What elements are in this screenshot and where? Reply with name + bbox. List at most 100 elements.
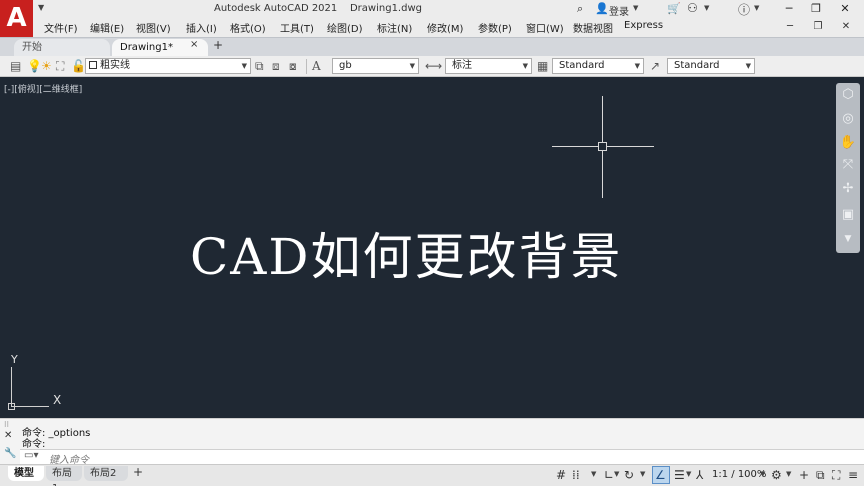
bulb-icon[interactable]: 💡 <box>27 58 42 74</box>
title-bar: A ▼ Autodesk AutoCAD 2021 Drawing1.dwg ⌕… <box>0 0 864 37</box>
previous-layer-icon[interactable]: ⧇ <box>289 58 297 74</box>
text-style-icon[interactable]: A <box>312 58 321 74</box>
chevron-down-icon[interactable]: ▼ <box>760 470 765 478</box>
make-current-layer-icon[interactable]: ⧉ <box>255 58 264 74</box>
customize-icon[interactable]: ≡ <box>848 467 858 483</box>
chevron-down-icon: ▼ <box>522 62 528 70</box>
showmotion-icon[interactable]: ▣ <box>838 205 858 225</box>
menu-express[interactable]: Express <box>624 20 663 31</box>
text-style-select[interactable]: gb ▼ <box>332 58 419 74</box>
ortho-icon[interactable]: ∟ <box>604 467 614 483</box>
login-dropdown-icon[interactable]: ▼ <box>633 4 638 12</box>
menu-dimension[interactable]: 标注(N) <box>377 20 412 35</box>
toolbar-divider <box>306 59 307 74</box>
osnap-icon[interactable]: ∠ <box>655 467 666 483</box>
plus-icon[interactable]: + <box>799 467 809 483</box>
share-icon[interactable]: ⚇ <box>687 1 698 15</box>
window-title: Autodesk AutoCAD 2021 Drawing1.dwg <box>214 3 422 14</box>
customize-icon[interactable]: 🔧 <box>4 448 16 459</box>
menu-format[interactable]: 格式(O) <box>230 20 266 35</box>
doc-minimize-icon[interactable]: ─ <box>780 19 800 35</box>
menu-tools[interactable]: 工具(T) <box>280 20 314 35</box>
gear-icon[interactable]: ⚙ <box>771 467 782 483</box>
dim-style-select[interactable]: 标注 ▼ <box>445 58 532 74</box>
layer-select[interactable]: 粗实线 ▼ <box>85 58 251 74</box>
pan-icon[interactable]: ✋ <box>838 133 858 153</box>
chevron-down-icon: ▼ <box>745 62 751 70</box>
tab-start[interactable]: 开始 <box>14 39 110 56</box>
search-icon[interactable]: ⌕ <box>577 2 583 16</box>
share-dropdown-icon[interactable]: ▼ <box>704 4 709 12</box>
isolate-objects-icon[interactable]: ⧉ <box>816 467 825 483</box>
new-tab-button[interactable]: + <box>213 38 223 52</box>
sun-icon[interactable]: ☀ <box>41 58 52 74</box>
doc-restore-icon[interactable]: ❐ <box>808 19 828 35</box>
close-icon[interactable]: ✕ <box>832 0 858 18</box>
user-icon[interactable]: 👤 <box>595 2 609 15</box>
mleader-style-select[interactable]: Standard ▼ <box>667 58 755 74</box>
help-icon[interactable]: ⓘ <box>738 1 750 18</box>
annotation-scale[interactable]: 1:1 / 100% <box>712 469 766 480</box>
chevron-down-icon[interactable]: ▼ <box>786 470 791 478</box>
snap-icon[interactable]: ⁞⁞ <box>572 467 580 483</box>
restore-icon[interactable]: ❐ <box>803 0 829 18</box>
zoom-icon[interactable]: ⤧ <box>838 155 858 175</box>
quick-access-dropdown-icon[interactable]: ▼ <box>38 3 44 12</box>
menu-view[interactable]: 视图(V) <box>136 20 171 35</box>
steering-wheel-icon[interactable]: ◎ <box>838 109 858 129</box>
layer-color-swatch <box>89 61 97 69</box>
document-tab-bar: 开始 Drawing1* × + <box>0 37 864 56</box>
close-icon[interactable]: ✕ <box>4 430 12 441</box>
cart-icon[interactable]: 🛒 <box>667 2 681 15</box>
menu-edit[interactable]: 编辑(E) <box>90 20 124 35</box>
grid-icon[interactable]: # <box>556 467 566 483</box>
menu-window[interactable]: 窗口(W) <box>526 20 564 35</box>
mleader-style-icon[interactable]: ↗ <box>650 58 660 74</box>
chevron-down-icon[interactable]: ▼ <box>614 470 619 478</box>
tab-layout1[interactable]: 布局1 <box>46 466 82 486</box>
clean-screen-icon[interactable]: ⛶ <box>832 467 840 483</box>
grip-icon[interactable]: ⁝⁝ <box>4 420 9 429</box>
command-input[interactable]: ▭▾ 键入命令 <box>20 449 864 466</box>
properties-toolbar: ▤ 💡 ☀ ⛶ 🔓 粗实线 ▼ ⧉ ⧈ ⧇ A gb ▼ ⟷ 标注 ▼ ▦ St… <box>0 56 864 77</box>
menu-file[interactable]: 文件(F) <box>44 20 78 35</box>
lock-icon[interactable]: 🔓 <box>71 58 86 74</box>
menu-parametric[interactable]: 参数(P) <box>478 20 512 35</box>
ucs-y-axis <box>11 367 12 406</box>
orbit-icon[interactable]: ✢ <box>838 179 858 199</box>
minimize-icon[interactable]: ─ <box>776 0 802 18</box>
menu-insert[interactable]: 插入(I) <box>186 20 217 35</box>
chevron-down-icon[interactable]: ▼ <box>640 470 645 478</box>
freeze-viewport-icon[interactable]: ⛶ <box>56 58 64 74</box>
text-style-value: gb <box>339 60 352 71</box>
table-style-select[interactable]: Standard ▼ <box>552 58 644 74</box>
polar-icon[interactable]: ↻ <box>624 467 634 483</box>
layer-manager-icon[interactable]: ▤ <box>10 58 21 74</box>
table-style-icon[interactable]: ▦ <box>537 58 548 74</box>
crosshair-pickbox <box>598 142 607 151</box>
menu-draw[interactable]: 绘图(D) <box>327 20 363 35</box>
add-layout-button[interactable]: + <box>133 465 143 479</box>
help-dropdown-icon[interactable]: ▼ <box>754 4 759 12</box>
doc-close-icon[interactable]: ✕ <box>836 19 856 35</box>
overlay-headline: CAD如何更改背景 <box>190 228 623 286</box>
tab-close-icon[interactable]: × <box>190 39 198 50</box>
annotation-icon[interactable]: ⅄ <box>696 467 703 483</box>
tab-layout2[interactable]: 布局2 <box>84 466 128 481</box>
dim-style-icon[interactable]: ⟷ <box>425 58 442 74</box>
app-logo[interactable]: A <box>0 0 33 37</box>
chevron-down-icon[interactable]: ▼ <box>591 470 596 478</box>
chevron-down-icon[interactable]: ▼ <box>686 470 691 478</box>
login-button[interactable]: 登录 <box>609 3 629 18</box>
drawing-canvas[interactable]: [-][俯视][二维线框] CAD如何更改背景 Y X ⬡ ◎ ✋ ⤧ ✢ ▣ … <box>0 77 864 418</box>
menu-modify[interactable]: 修改(M) <box>427 20 463 35</box>
menu-data-view[interactable]: 数据视图 <box>573 20 613 35</box>
chevron-down-icon[interactable]: ▼ <box>838 229 858 249</box>
command-prompt-icon[interactable]: ▭▾ <box>24 450 38 461</box>
viewcube-icon[interactable]: ⬡ <box>838 85 858 105</box>
lineweight-icon[interactable]: ☰ <box>674 467 685 483</box>
tab-model[interactable]: 模型 <box>8 466 44 481</box>
viewport-controls-label[interactable]: [-][俯视][二维线框] <box>4 82 82 95</box>
chevron-down-icon: ▼ <box>409 62 415 70</box>
match-layer-icon[interactable]: ⧈ <box>272 58 280 74</box>
